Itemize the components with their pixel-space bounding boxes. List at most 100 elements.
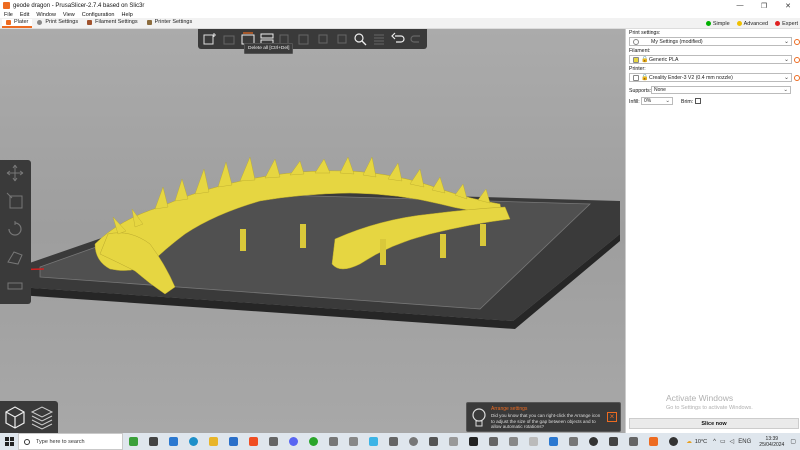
app-icon <box>628 437 638 446</box>
printer-combo[interactable]: 🔒 Creality Ender-3 V2 (0.4 mm nozzle) ⌄ <box>629 73 792 82</box>
volume-icon[interactable]: ◁ <box>730 438 735 445</box>
tab-filament-settings[interactable]: Filament Settings <box>83 19 142 28</box>
printer-icon <box>633 74 639 81</box>
taskbar-app-7[interactable] <box>443 433 463 450</box>
weather-widget[interactable]: ☁ 10°C <box>686 439 707 445</box>
print-settings-combo[interactable]: My Settings (modified) ⌄ <box>629 37 792 46</box>
taskbar-app-2[interactable] <box>323 433 343 450</box>
app-icon <box>348 437 358 446</box>
delete-button[interactable] <box>221 31 238 47</box>
infill-combo[interactable]: 0% ⌄ <box>641 97 673 105</box>
taskbar-app-3[interactable] <box>343 433 363 450</box>
add-object-icon <box>203 33 217 45</box>
taskbar-app-6[interactable] <box>423 433 443 450</box>
taskbar-app-5[interactable] <box>383 433 403 450</box>
taskbar-app-mail[interactable] <box>223 433 243 450</box>
taskbar-app-11[interactable] <box>523 433 543 450</box>
3d-viewport[interactable]: Delete all [Ctrl+Del] Arrange settings D… <box>0 29 625 433</box>
printer-edit-icon[interactable] <box>794 75 800 81</box>
taskbar-app-12[interactable] <box>543 433 563 450</box>
printer-value: Creality Ender-3 V2 (0.4 mm nozzle) <box>649 74 733 81</box>
taskbar-app-10[interactable] <box>503 433 523 450</box>
layers-button[interactable] <box>371 31 388 47</box>
taskbar-app-17[interactable] <box>663 433 683 450</box>
view-toggle <box>0 401 58 433</box>
mode-simple[interactable]: Simple <box>705 21 730 27</box>
bulb-icon <box>472 408 486 427</box>
discord-icon <box>288 437 298 446</box>
delete-icon <box>223 35 235 45</box>
taskbar-app-15[interactable] <box>603 433 623 450</box>
edge-icon <box>188 437 198 446</box>
taskbar-app-14[interactable] <box>583 433 603 450</box>
add-instance-button[interactable] <box>315 31 332 47</box>
mode-expert[interactable]: Expert <box>775 21 798 27</box>
maximize-button[interactable]: ❐ <box>752 0 776 11</box>
taskbar-app-13[interactable] <box>563 433 583 450</box>
close-button[interactable]: ✕ <box>776 0 800 11</box>
brim-checkbox[interactable] <box>695 98 701 104</box>
taskbar-app-16[interactable] <box>623 433 643 450</box>
3d-view-icon[interactable] <box>3 404 27 430</box>
undo-button[interactable] <box>390 31 407 47</box>
taskbar-app-explorer[interactable] <box>203 433 223 450</box>
scale-tool[interactable] <box>4 192 26 210</box>
mode-selector: Simple Advanced Expert <box>699 18 798 29</box>
tab-bar: Plater Print Settings Filament Settings … <box>0 18 800 29</box>
taskbar-app-prusaslicer[interactable] <box>643 433 663 450</box>
network-icon[interactable]: ▭ <box>720 438 726 445</box>
store-icon <box>168 437 178 446</box>
add-button[interactable] <box>202 31 219 47</box>
remove-instance-icon <box>337 34 347 44</box>
preview-layers-icon[interactable] <box>30 404 54 430</box>
taskbar-app-1[interactable] <box>263 433 283 450</box>
clock[interactable]: 13:39 25/04/2024 <box>759 436 784 448</box>
tab-printer-settings[interactable]: Printer Settings <box>143 19 197 28</box>
taskbar-app-discord[interactable] <box>283 433 303 450</box>
folder-icon <box>208 437 218 446</box>
spool-icon <box>87 19 93 25</box>
supports-value: None <box>654 87 666 93</box>
taskbar-app-settings[interactable] <box>403 433 423 450</box>
app-icon <box>328 437 338 446</box>
tab-plater[interactable]: Plater <box>2 18 33 28</box>
app-icon <box>548 437 558 446</box>
start-button[interactable] <box>0 433 18 450</box>
taskbar-app-widget[interactable] <box>123 433 143 450</box>
rotate-icon <box>8 221 22 236</box>
minimize-button[interactable]: — <box>728 0 752 11</box>
remove-instance-button[interactable] <box>333 31 350 47</box>
place-on-face-tool[interactable] <box>4 248 26 266</box>
redo-button[interactable] <box>408 31 425 47</box>
cut-tool[interactable] <box>4 276 26 294</box>
taskbar-app-4[interactable] <box>363 433 383 450</box>
mode-advanced[interactable]: Advanced <box>736 21 768 27</box>
supports-combo[interactable]: None ⌄ <box>651 86 791 94</box>
taskbar-app-8[interactable] <box>463 433 483 450</box>
taskbar-app-xbox[interactable] <box>303 433 323 450</box>
search-button[interactable] <box>352 31 369 47</box>
chevron-down-icon: ⌄ <box>665 98 670 104</box>
taskbar-app-edge[interactable] <box>183 433 203 450</box>
chevron-down-icon: ⌄ <box>783 57 789 63</box>
print-settings-edit-icon[interactable] <box>794 39 800 45</box>
taskbar-app-store[interactable] <box>163 433 183 450</box>
filament-combo[interactable]: 🔒 Generic PLA ⌄ <box>629 55 792 64</box>
taskbar-search-input[interactable]: Type here to search <box>18 433 123 450</box>
taskbar-app-taskview[interactable] <box>143 433 163 450</box>
notifications-icon[interactable]: ▢ <box>790 438 796 445</box>
rotate-tool[interactable] <box>4 220 26 238</box>
filament-edit-icon[interactable] <box>794 57 800 63</box>
layers-icon <box>374 34 385 45</box>
tab-print-settings[interactable]: Print Settings <box>33 19 82 28</box>
chevron-up-icon[interactable]: ^ <box>713 439 716 445</box>
taskbar-app-brave[interactable] <box>243 433 263 450</box>
paste-button[interactable] <box>296 31 313 47</box>
taskbar-app-9[interactable] <box>483 433 503 450</box>
app-icon <box>488 437 498 446</box>
left-toolbar <box>0 160 31 304</box>
language-indicator[interactable]: ENG <box>738 439 751 445</box>
notification-close-button[interactable]: × <box>607 412 617 422</box>
slice-now-button[interactable]: Slice now <box>629 418 799 429</box>
move-tool[interactable] <box>4 164 26 182</box>
